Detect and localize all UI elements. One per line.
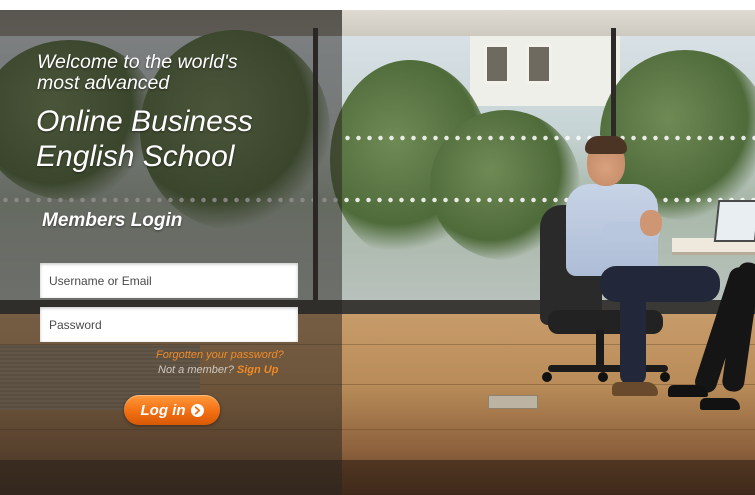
login-button[interactable]: Log in <box>124 395 220 425</box>
welcome-line-1: Welcome to the world's <box>37 51 238 73</box>
password-input[interactable] <box>40 307 298 342</box>
glass-dot-pattern <box>342 135 755 141</box>
chair-post <box>596 330 604 370</box>
school-title: Online Business English School <box>36 104 253 174</box>
woman-shoe <box>700 398 740 410</box>
school-title-line-2: English School <box>36 140 235 173</box>
floor-outlet <box>488 395 538 409</box>
members-login-heading: Members Login <box>42 210 183 231</box>
building-window <box>484 44 510 84</box>
not-member-text: Not a member? <box>158 364 234 376</box>
school-title-line-1: Online Business <box>36 105 253 138</box>
chair-wheel <box>542 372 552 382</box>
arrow-right-circle-icon <box>190 403 204 417</box>
businessman-shin <box>620 290 646 385</box>
businessman-shoe <box>612 382 658 396</box>
welcome-heading: Welcome to the world's most advanced <box>37 52 238 94</box>
chair-wheel <box>660 372 670 382</box>
signup-prompt: Not a member? Sign Up <box>158 364 278 376</box>
login-button-label: Log in <box>140 401 186 419</box>
forgot-password-link[interactable]: Forgotten your password? <box>156 349 284 361</box>
welcome-line-2: most advanced <box>37 72 170 94</box>
building-window <box>526 44 552 84</box>
businessman-legs <box>600 266 720 302</box>
laptop <box>713 200 755 242</box>
woman-shoe <box>668 385 708 397</box>
chair-wheel <box>598 372 608 382</box>
username-input[interactable] <box>40 263 298 298</box>
background-building <box>470 36 620 106</box>
chair-base <box>548 365 668 372</box>
businessman-hair <box>585 136 627 154</box>
businessman-hand <box>640 210 662 236</box>
sign-up-link[interactable]: Sign Up <box>237 364 279 376</box>
top-border <box>0 0 755 10</box>
